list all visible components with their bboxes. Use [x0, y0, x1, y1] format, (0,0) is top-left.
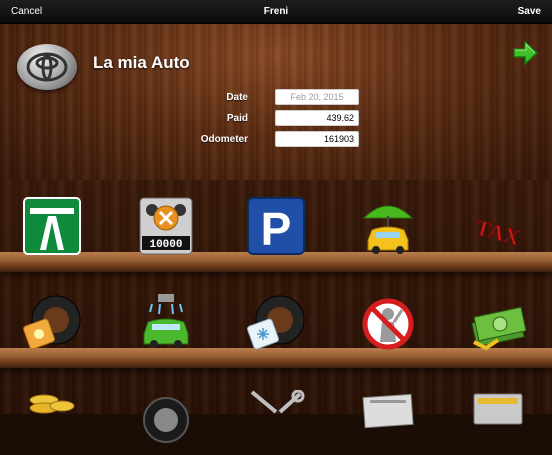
date-label: Date — [226, 92, 248, 103]
paid-field[interactable]: 439.62 — [275, 110, 359, 126]
expense-header: La mia Auto Date Feb 20, 2015 Paid 439.6… — [0, 24, 552, 180]
green-arrow-right-icon[interactable] — [511, 39, 539, 67]
car-name: La mia Auto — [93, 53, 190, 72]
toyota-logo-icon — [17, 44, 77, 90]
navigation-bar: Cancel Freni Save — [0, 0, 552, 24]
wheel-icon[interactable] — [136, 390, 196, 450]
save-button[interactable]: Save — [518, 6, 541, 17]
money-icon[interactable] — [468, 292, 528, 352]
winter-tire-icon[interactable] — [246, 292, 306, 352]
page-title: Freni — [263, 6, 289, 17]
tax-icon[interactable]: TAX — [468, 196, 528, 256]
wrench-tools-icon[interactable] — [246, 389, 306, 450]
coins-icon[interactable] — [22, 390, 82, 450]
odometer-field[interactable]: 161903 — [275, 131, 359, 147]
paid-label: Paid — [226, 113, 248, 124]
odometer-label: Odometer — [200, 134, 248, 145]
category-shelves: 10000 P TAX — [0, 180, 552, 443]
parking-sign-icon[interactable]: P — [246, 196, 306, 256]
car-wash-icon[interactable] — [136, 292, 196, 352]
misc-icon[interactable] — [468, 390, 528, 450]
parking-sign-text: P — [261, 203, 292, 255]
summer-tire-icon[interactable] — [22, 292, 82, 352]
date-field[interactable]: Feb 20, 2015 — [275, 89, 359, 105]
documents-icon[interactable] — [358, 390, 418, 450]
car-insurance-umbrella-icon[interactable] — [358, 196, 418, 256]
tax-text: TAX — [473, 215, 523, 251]
highway-sign-icon[interactable] — [22, 196, 82, 256]
odometer-counter-icon[interactable]: 10000 — [136, 196, 196, 256]
no-fine-icon[interactable] — [358, 292, 418, 352]
odometer-counter-text: 10000 — [149, 239, 182, 251]
